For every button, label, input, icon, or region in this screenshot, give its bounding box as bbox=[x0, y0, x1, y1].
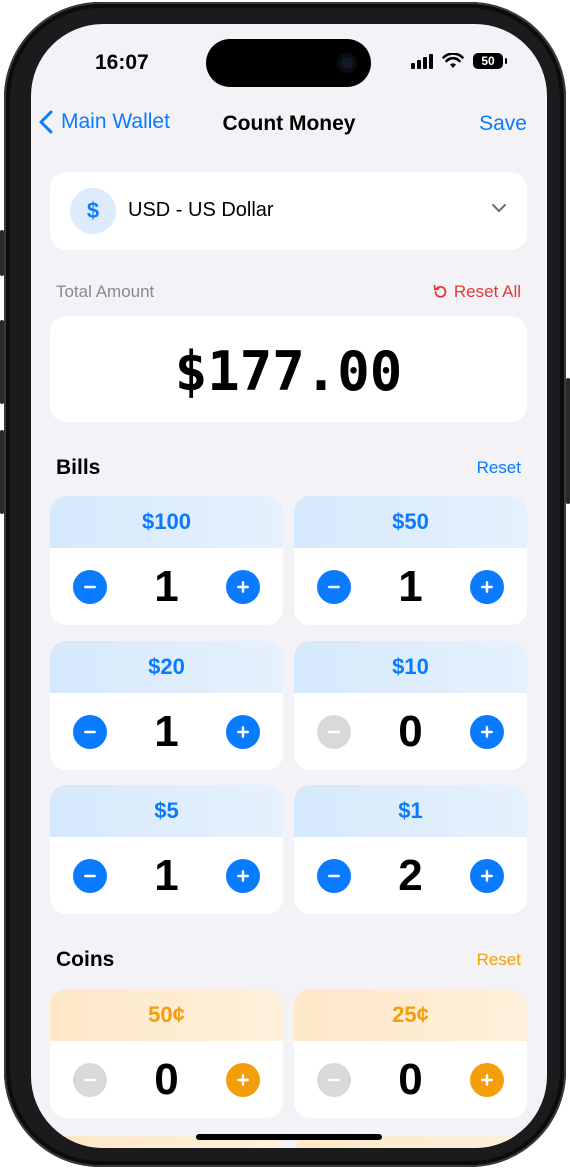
plus-icon bbox=[481, 581, 493, 593]
increment-button[interactable] bbox=[470, 715, 504, 749]
reset-icon bbox=[433, 284, 447, 298]
mute-switch bbox=[0, 230, 4, 276]
navigation-bar: Main Wallet Count Money Save bbox=[31, 106, 547, 146]
coin-tile-50c: 50¢ 0 bbox=[50, 989, 283, 1118]
coin-tile-25c: 25¢ 0 bbox=[294, 989, 527, 1118]
denomination-label: 25¢ bbox=[294, 989, 527, 1041]
total-label: Total Amount bbox=[56, 282, 155, 301]
save-button[interactable]: Save bbox=[479, 112, 527, 136]
denomination-label: $100 bbox=[50, 496, 283, 548]
increment-button[interactable] bbox=[470, 1063, 504, 1097]
plus-icon bbox=[481, 870, 493, 882]
bill-tile-100: $100 1 bbox=[50, 496, 283, 625]
power-button bbox=[566, 378, 570, 504]
phone-frame: 16:07 50 Main Wallet Count Money Save $ … bbox=[0, 2, 570, 1167]
bills-title: Bills bbox=[56, 456, 101, 479]
increment-button[interactable] bbox=[226, 1063, 260, 1097]
denomination-label: $1 bbox=[294, 785, 527, 837]
total-amount-card: $177.00 bbox=[50, 316, 527, 422]
plus-icon bbox=[237, 726, 249, 738]
signal-icon bbox=[411, 53, 433, 69]
coins-title: Coins bbox=[56, 948, 115, 971]
denomination-label: $20 bbox=[50, 641, 283, 693]
bill-tile-20: $20 1 bbox=[50, 641, 283, 770]
plus-icon bbox=[481, 726, 493, 738]
increment-button[interactable] bbox=[470, 859, 504, 893]
wifi-icon bbox=[442, 53, 464, 68]
reset-all-button[interactable]: Reset All bbox=[432, 282, 521, 302]
plus-icon bbox=[237, 1074, 249, 1086]
volume-up-button bbox=[0, 320, 4, 404]
plus-icon bbox=[237, 581, 249, 593]
page-title: Count Money bbox=[222, 112, 356, 135]
denomination-label: $5 bbox=[50, 785, 283, 837]
dollar-icon: $ bbox=[70, 188, 116, 234]
home-indicator[interactable] bbox=[196, 1134, 382, 1140]
bill-tile-10: $10 0 bbox=[294, 641, 527, 770]
volume-down-button bbox=[0, 430, 4, 514]
denomination-label: $50 bbox=[294, 496, 527, 548]
status-icons: 50 bbox=[411, 53, 507, 69]
plus-icon bbox=[237, 870, 249, 882]
reset-all-label: Reset All bbox=[453, 282, 521, 301]
currency-selector[interactable]: $ USD - US Dollar bbox=[50, 172, 527, 250]
plus-icon bbox=[481, 1074, 493, 1086]
denomination-label: 50¢ bbox=[50, 989, 283, 1041]
currency-label: USD - US Dollar bbox=[128, 199, 274, 221]
bill-tile-1: $1 2 bbox=[294, 785, 527, 914]
dynamic-island bbox=[206, 39, 371, 87]
coins-reset-button[interactable]: Reset bbox=[477, 950, 521, 970]
increment-button[interactable] bbox=[226, 859, 260, 893]
total-amount-value: $177.00 bbox=[174, 340, 403, 403]
denomination-label: $10 bbox=[294, 641, 527, 693]
screen: 16:07 50 Main Wallet Count Money Save $ … bbox=[31, 24, 547, 1148]
battery-icon: 50 bbox=[473, 53, 507, 69]
increment-button[interactable] bbox=[470, 570, 504, 604]
bill-tile-5: $5 1 bbox=[50, 785, 283, 914]
status-time: 16:07 bbox=[95, 51, 149, 74]
bill-tile-50: $50 1 bbox=[294, 496, 527, 625]
bills-reset-button[interactable]: Reset bbox=[477, 458, 521, 478]
chevron-down-icon bbox=[492, 204, 506, 212]
increment-button[interactable] bbox=[226, 570, 260, 604]
camera-icon bbox=[337, 53, 357, 73]
increment-button[interactable] bbox=[226, 715, 260, 749]
battery-level: 50 bbox=[481, 54, 495, 68]
